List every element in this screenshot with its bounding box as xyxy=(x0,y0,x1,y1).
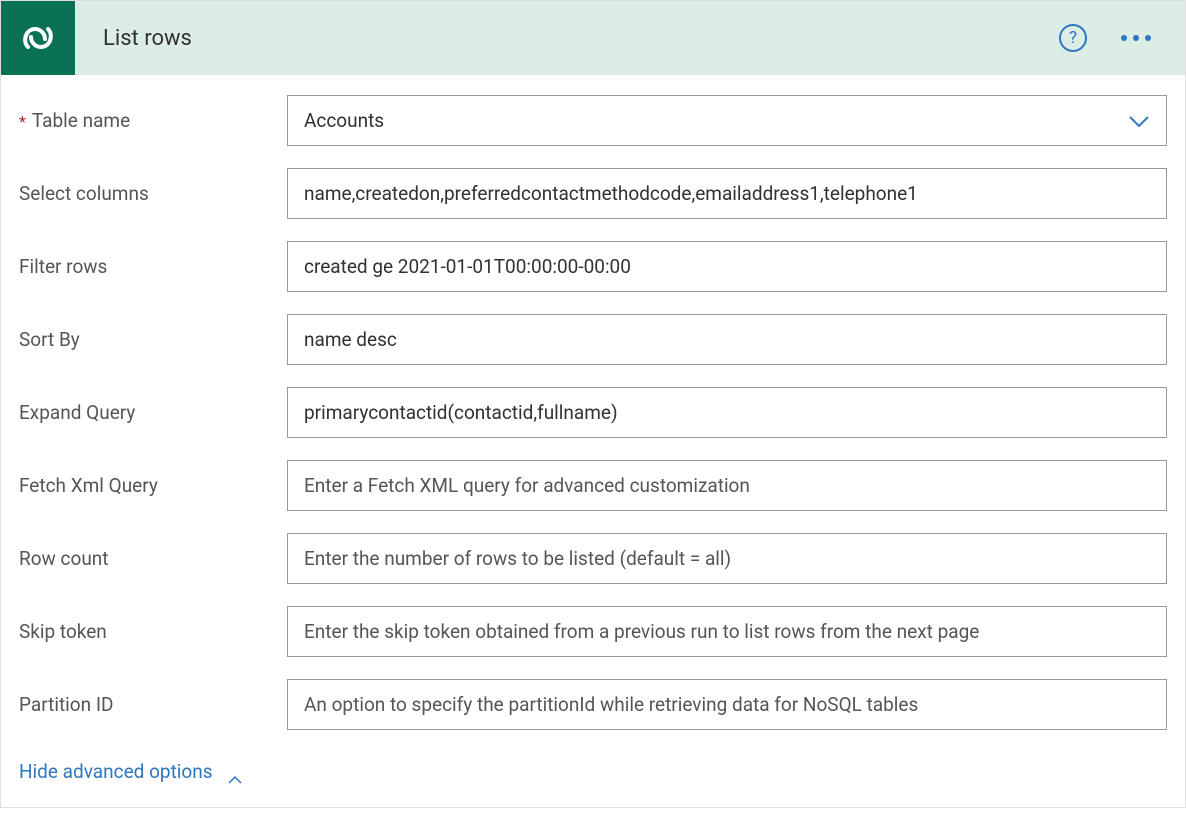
field-label-sort-by: Sort By xyxy=(19,328,287,351)
action-card: List rows ? *Table name Accounts xyxy=(0,0,1186,808)
field-skip-token: Skip token xyxy=(19,606,1167,657)
expand-query-input[interactable] xyxy=(287,387,1167,438)
card-header: List rows ? xyxy=(1,1,1185,75)
card-header-actions: ? xyxy=(1059,24,1157,52)
dataverse-brand-icon xyxy=(1,1,75,75)
field-table-name: *Table name Accounts xyxy=(19,95,1167,146)
field-label-partition-id: Partition ID xyxy=(19,693,287,716)
chevron-down-icon xyxy=(1128,114,1150,128)
field-label-select-columns: Select columns xyxy=(19,182,287,205)
select-columns-input[interactable] xyxy=(287,168,1167,219)
field-label-filter-rows: Filter rows xyxy=(19,255,287,278)
table-name-select[interactable]: Accounts xyxy=(287,95,1167,146)
partition-id-input[interactable] xyxy=(287,679,1167,730)
fetch-xml-input[interactable] xyxy=(287,460,1167,511)
field-label-skip-token: Skip token xyxy=(19,620,287,643)
hide-advanced-label: Hide advanced options xyxy=(19,760,213,783)
field-fetch-xml: Fetch Xml Query xyxy=(19,460,1167,511)
field-label-table-name: *Table name xyxy=(19,109,287,132)
filter-rows-input[interactable] xyxy=(287,241,1167,292)
more-menu-icon[interactable] xyxy=(1115,29,1157,47)
table-name-value: Accounts xyxy=(304,109,384,132)
field-label-row-count: Row count xyxy=(19,547,287,570)
field-partition-id: Partition ID xyxy=(19,679,1167,730)
card-title: List rows xyxy=(103,26,1059,51)
sort-by-input[interactable] xyxy=(287,314,1167,365)
hide-advanced-options-button[interactable]: Hide advanced options xyxy=(19,760,243,783)
help-icon[interactable]: ? xyxy=(1059,24,1087,52)
skip-token-input[interactable] xyxy=(287,606,1167,657)
field-label-fetch-xml: Fetch Xml Query xyxy=(19,474,287,497)
field-label-expand-query: Expand Query xyxy=(19,401,287,424)
card-body: *Table name Accounts Select columns Filt… xyxy=(1,75,1185,807)
field-row-count: Row count xyxy=(19,533,1167,584)
chevron-up-icon xyxy=(227,767,243,777)
field-filter-rows: Filter rows xyxy=(19,241,1167,292)
field-expand-query: Expand Query xyxy=(19,387,1167,438)
field-select-columns: Select columns xyxy=(19,168,1167,219)
row-count-input[interactable] xyxy=(287,533,1167,584)
field-sort-by: Sort By xyxy=(19,314,1167,365)
